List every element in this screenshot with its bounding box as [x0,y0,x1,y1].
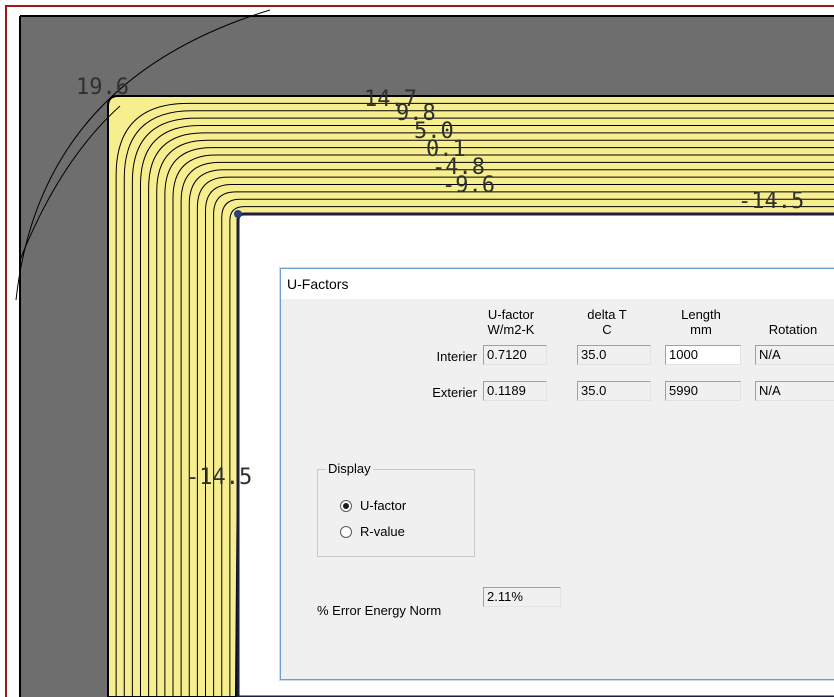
col-header-rotation: Rotation [751,307,834,337]
ufactor-radio[interactable]: U-factor [340,498,406,513]
radio-unselected-icon[interactable] [340,525,352,538]
col-header-line2: C [602,322,612,337]
display-groupbox: Display U-factor R-value [317,461,475,557]
col-header-ufactor: U-factor W/m2-K [481,307,541,337]
interior-deltat-field: 35.0 [577,345,651,365]
rvalue-radio[interactable]: R-value [340,524,405,539]
radio-selected-icon[interactable] [340,499,352,512]
interior-length-input[interactable]: 1000 [665,345,741,365]
exterior-ufactor-field: 0.1189 [483,381,547,401]
col-header-deltat: delta T C [577,307,637,337]
rvalue-radio-label: R-value [360,524,405,539]
ufactor-radio-label: U-factor [360,498,407,513]
col-header-line1: U-factor [487,307,535,322]
col-header-line1 [751,307,834,322]
exterior-length-field: 5990 [665,381,741,401]
u-factors-dialog: U-Factors U-factor W/m2-K delta T C Leng… [280,268,834,680]
col-header-line1: Length [681,307,721,322]
row-label-exterior: Exterier [432,385,477,400]
col-header-line1: delta T [587,307,627,322]
col-header-line2: mm [690,322,712,337]
isotherm-label: 19.6 [76,75,129,100]
isotherm-label: -14.5 [186,465,252,490]
dialog-title: U-Factors [281,269,834,299]
isotherm-label: -14.5 [738,189,804,214]
display-group-label: Display [326,461,373,476]
interior-ufactor-field: 0.7120 [483,345,547,365]
isotherm-label: -9.6 [442,173,495,198]
error-norm-label: % Error Energy Norm [317,603,442,618]
exterior-rotation-field: N/A [755,381,834,401]
col-header-length: Length mm [665,307,737,337]
exterior-deltat-field: 35.0 [577,381,651,401]
col-header-line2: Rotation [768,322,818,337]
col-header-line2: W/m2-K [487,322,535,337]
interior-rotation-field: N/A [755,345,834,365]
row-label-interior: Interier [436,349,477,364]
error-norm-field: 2.11% [483,587,561,607]
corner-node [234,210,242,218]
